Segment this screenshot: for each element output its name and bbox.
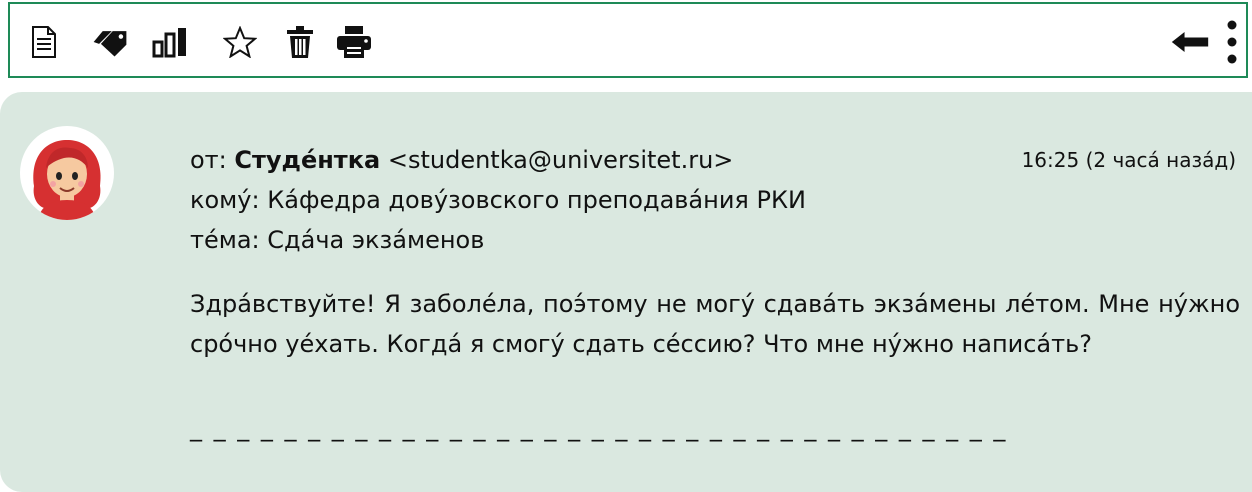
sender-avatar[interactable] [20,126,114,220]
email-viewer: от: Студе́нтка <studentka@universitet.ru… [0,0,1252,492]
subject: Сда́ча экза́менов [267,226,485,254]
sender-name[interactable]: Студе́нтка [234,146,380,174]
tag-icon[interactable] [90,22,130,62]
from-line: от: Студе́нтка <studentka@universitet.ru… [190,144,733,176]
recipient[interactable]: Ка́федра дову́зовского преподава́ния РКИ [267,186,806,214]
back-arrow-icon[interactable] [1170,22,1210,62]
message-time: 16:25 (2 часа́ наза́д) [1021,148,1236,172]
answer-blank-line: _ _ _ _ _ _ _ _ _ _ _ _ _ _ _ _ _ _ _ _ … [190,414,1008,442]
subject-line: те́ма: Сда́ча экза́менов [190,224,484,256]
star-icon[interactable] [220,22,260,62]
more-vertical-icon[interactable] [1222,20,1242,64]
to-line: кому́: Ка́федра дову́зовского преподава́… [190,184,806,216]
trash-icon[interactable] [280,22,320,62]
from-prefix: от: [190,146,235,174]
sender-address[interactable]: <studentka@universitet.ru> [388,146,734,174]
message-body: Здра́вствуйте! Я заболе́ла, поэ́тому не … [190,290,1240,358]
document-icon[interactable] [24,22,64,62]
bar-chart-icon[interactable] [150,22,190,62]
subject-prefix: те́ма: [190,226,268,254]
to-prefix: кому́: [190,186,268,214]
print-icon[interactable] [334,22,374,62]
email-toolbar [8,2,1248,78]
